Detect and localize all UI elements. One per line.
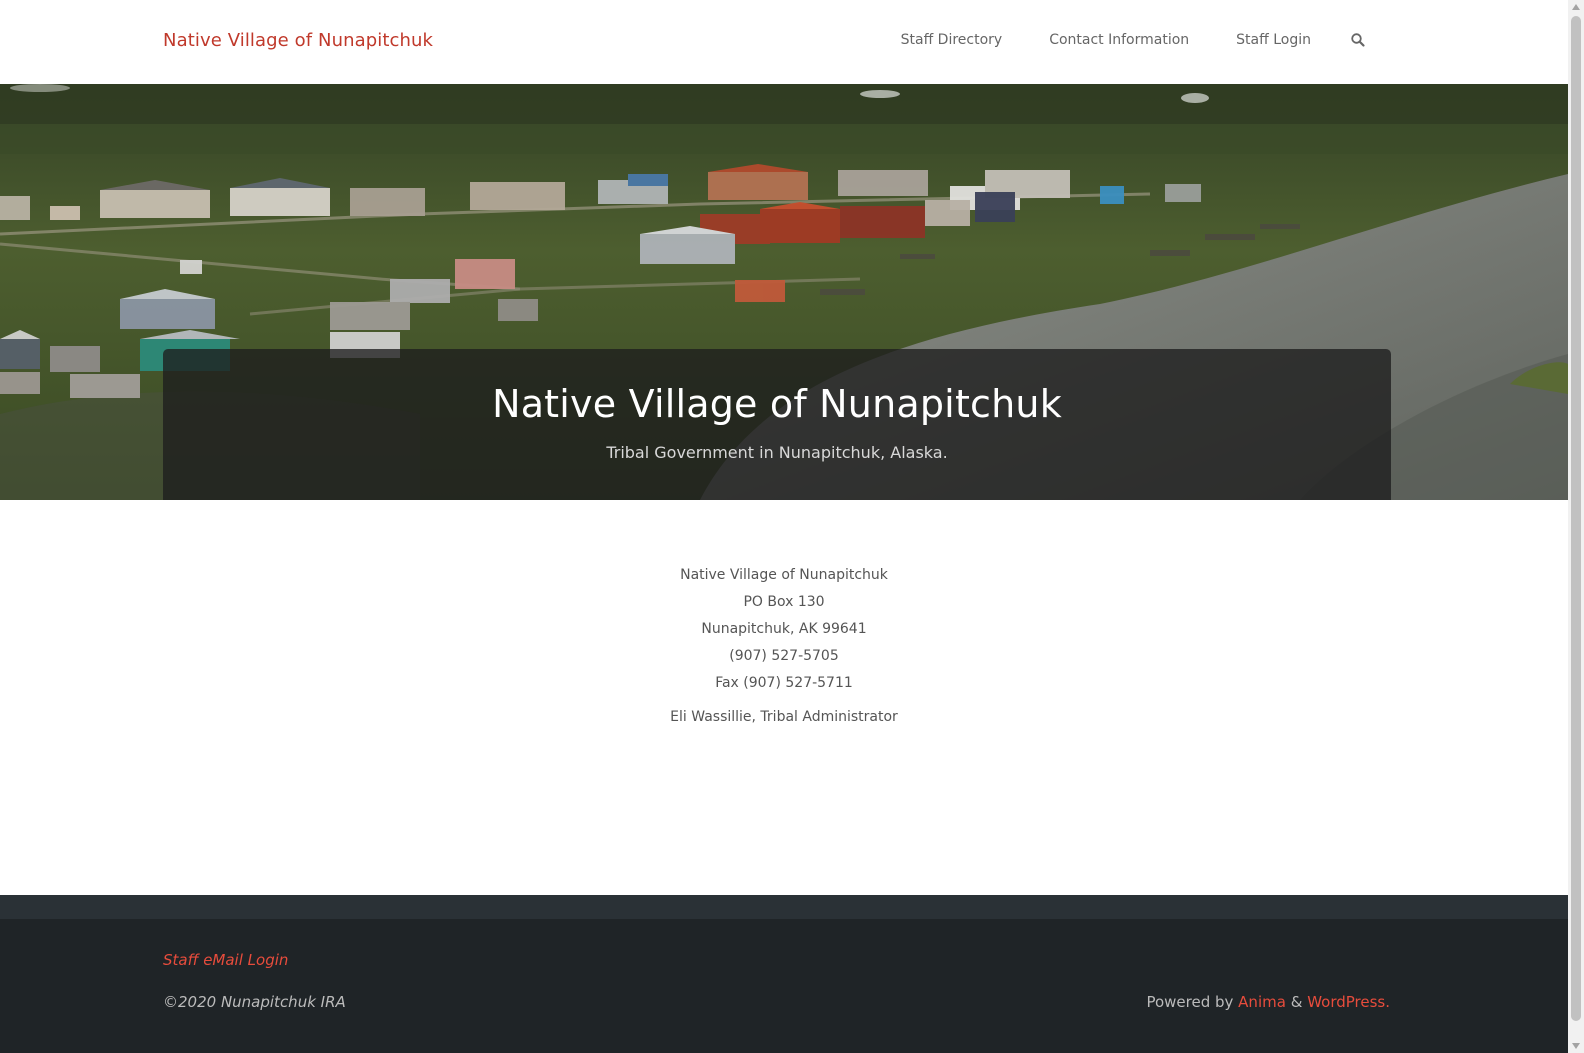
scroll-down-arrow-icon[interactable] <box>1572 1043 1580 1049</box>
hero-subtitle: Tribal Government in Nunapitchuk, Alaska… <box>606 443 948 462</box>
page: Native Village of Nunapitchuk Staff Dire… <box>0 0 1568 1053</box>
address-line-org: Native Village of Nunapitchuk <box>680 567 888 583</box>
nav-staff-login[interactable]: Staff Login <box>1236 32 1311 48</box>
main-content: Native Village of Nunapitchuk PO Box 130… <box>0 500 1568 895</box>
search-icon[interactable] <box>1350 32 1366 48</box>
address-line-city: Nunapitchuk, AK 99641 <box>701 621 867 637</box>
address-block: Native Village of Nunapitchuk PO Box 130… <box>0 562 1568 697</box>
hero-banner: Native Village of Nunapitchuk Tribal Gov… <box>0 84 1568 500</box>
anima-link[interactable]: Anima <box>1238 993 1286 1011</box>
hero-title: Native Village of Nunapitchuk <box>492 382 1062 426</box>
site-title-link[interactable]: Native Village of Nunapitchuk <box>163 30 433 51</box>
powered-prefix: Powered by <box>1146 993 1234 1011</box>
address-line-pobox: PO Box 130 <box>743 594 825 610</box>
site-header: Native Village of Nunapitchuk Staff Dire… <box>0 0 1568 84</box>
vertical-scrollbar[interactable] <box>1568 0 1584 1053</box>
footer-top-strip <box>0 895 1568 919</box>
wordpress-link[interactable]: WordPress. <box>1307 993 1390 1011</box>
site-footer: Staff eMail Login ©2020 Nunapitchuk IRA … <box>0 919 1568 1053</box>
primary-nav: Staff Directory Contact Information Staf… <box>854 32 1366 48</box>
copyright-text: ©2020 Nunapitchuk IRA <box>163 993 346 1011</box>
address-line-fax: Fax (907) 527-5711 <box>715 675 853 691</box>
hero-overlay-box: Native Village of Nunapitchuk Tribal Gov… <box>163 349 1391 500</box>
powered-by: Powered by Anima & WordPress. <box>1146 993 1390 1011</box>
address-line-phone: (907) 527-5705 <box>729 648 839 664</box>
scroll-up-arrow-icon[interactable] <box>1572 4 1580 10</box>
powered-amp: & <box>1290 993 1303 1011</box>
nav-staff-directory[interactable]: Staff Directory <box>901 32 1003 48</box>
nav-contact-information[interactable]: Contact Information <box>1049 32 1189 48</box>
staff-email-login-link[interactable]: Staff eMail Login <box>163 951 288 969</box>
tribal-administrator: Eli Wassillie, Tribal Administrator <box>670 709 898 725</box>
scroll-thumb[interactable] <box>1571 16 1581 1021</box>
